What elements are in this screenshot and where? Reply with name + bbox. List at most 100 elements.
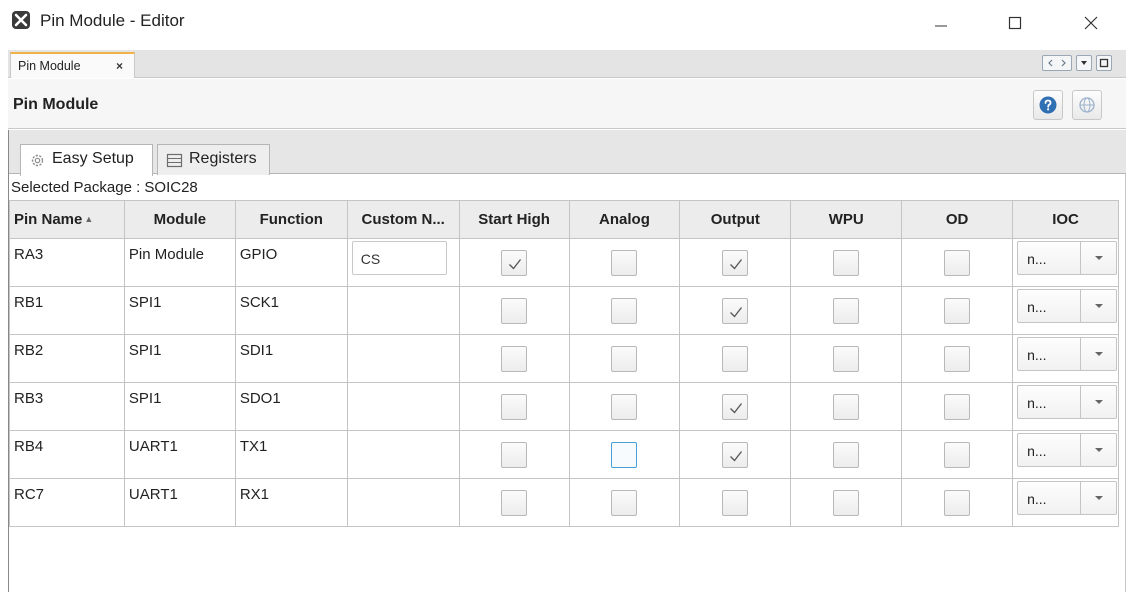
cell-analog — [568, 334, 681, 383]
checkmark-icon — [509, 258, 522, 269]
output-checkbox[interactable] — [722, 249, 749, 276]
ioc-value: n... — [1027, 347, 1047, 363]
start-high-checkbox[interactable] — [501, 297, 528, 324]
wpu-checkbox[interactable] — [833, 393, 860, 420]
col-header-pin-name[interactable]: Pin Name ▲ — [9, 200, 125, 239]
od-checkbox[interactable] — [944, 297, 971, 324]
cell-custom-name[interactable]: CS — [346, 238, 460, 287]
minimize-button[interactable] — [918, 6, 964, 40]
start-high-checkbox[interactable] — [501, 249, 528, 276]
tab-close-icon[interactable]: × — [116, 59, 123, 73]
output-checkbox[interactable] — [722, 393, 749, 420]
cell-function: SDI1 — [234, 334, 348, 383]
editor-content: Easy Setup Registers Selected Package : … — [8, 130, 1126, 592]
ioc-dropdown[interactable]: n... — [1017, 481, 1118, 515]
output-checkbox[interactable] — [722, 441, 749, 468]
help-button[interactable] — [1033, 90, 1063, 120]
ioc-value: n... — [1027, 251, 1047, 267]
od-checkbox[interactable] — [944, 345, 971, 372]
view-tabs: Easy Setup Registers — [9, 130, 1126, 176]
ioc-dropdown-button[interactable] — [1080, 290, 1116, 322]
start-high-checkbox[interactable] — [501, 393, 528, 420]
ioc-dropdown-button[interactable] — [1080, 338, 1116, 370]
tab-list-button[interactable] — [1076, 55, 1092, 71]
wpu-checkbox[interactable] — [833, 441, 860, 468]
cell-custom-name[interactable] — [346, 430, 460, 479]
col-header-function[interactable]: Function — [234, 200, 348, 239]
maximize-panel-button[interactable] — [1096, 55, 1112, 71]
table-row[interactable]: RB4 UART1 TX1 n... — [9, 430, 1119, 479]
cell-output — [679, 238, 792, 287]
cell-ioc: n... — [1012, 286, 1119, 335]
wpu-checkbox[interactable] — [833, 345, 860, 372]
analog-checkbox[interactable] — [611, 441, 638, 468]
analog-checkbox[interactable] — [611, 345, 638, 372]
tab-registers-label: Registers — [189, 150, 257, 167]
start-high-checkbox[interactable] — [501, 489, 528, 516]
cell-analog — [568, 286, 681, 335]
wpu-checkbox[interactable] — [833, 249, 860, 276]
ioc-dropdown[interactable]: n... — [1017, 289, 1118, 323]
col-header-output[interactable]: Output — [679, 200, 792, 239]
cell-pin-name: RA3 — [9, 238, 125, 287]
ioc-dropdown[interactable]: n... — [1017, 385, 1118, 419]
col-header-module[interactable]: Module — [123, 200, 236, 239]
ioc-dropdown[interactable]: n... — [1017, 337, 1118, 371]
analog-checkbox[interactable] — [611, 297, 638, 324]
col-header-wpu[interactable]: WPU — [790, 200, 903, 239]
start-high-checkbox[interactable] — [501, 345, 528, 372]
wpu-checkbox[interactable] — [833, 489, 860, 516]
cell-od — [901, 238, 1014, 287]
tab-registers[interactable]: Registers — [157, 144, 270, 175]
chevron-down-icon — [1094, 448, 1103, 452]
start-high-checkbox[interactable] — [501, 441, 528, 468]
checkmark-icon — [730, 306, 743, 317]
col-header-ioc[interactable]: IOC — [1012, 200, 1119, 239]
globe-icon — [1079, 97, 1095, 113]
table-row[interactable]: RB3 SPI1 SDO1 n... — [9, 382, 1119, 431]
analog-checkbox[interactable] — [611, 489, 638, 516]
cell-pin-name: RB1 — [9, 286, 125, 335]
ioc-dropdown-button[interactable] — [1080, 242, 1116, 274]
cell-custom-name[interactable] — [346, 382, 460, 431]
cell-wpu — [790, 382, 903, 431]
ioc-dropdown[interactable]: n... — [1017, 433, 1118, 467]
table-row[interactable]: RB2 SPI1 SDI1 n... — [9, 334, 1119, 383]
wpu-checkbox[interactable] — [833, 297, 860, 324]
web-button[interactable] — [1072, 90, 1102, 120]
table-header-row: Pin Name ▲ Module Function Custom N... St… — [9, 200, 1119, 239]
custom-name-input[interactable]: CS — [351, 241, 447, 275]
analog-checkbox[interactable] — [611, 393, 638, 420]
ioc-dropdown[interactable]: n... — [1017, 241, 1118, 275]
ioc-dropdown-button[interactable] — [1080, 482, 1116, 514]
od-checkbox[interactable] — [944, 249, 971, 276]
output-checkbox[interactable] — [722, 489, 749, 516]
col-header-custom-name[interactable]: Custom N... — [346, 200, 460, 239]
table-row[interactable]: RA3 Pin Module GPIO CS n... — [9, 238, 1119, 287]
ioc-dropdown-button[interactable] — [1080, 386, 1116, 418]
maximize-button[interactable] — [992, 6, 1038, 40]
cell-analog — [568, 238, 681, 287]
od-checkbox[interactable] — [944, 393, 971, 420]
analog-checkbox[interactable] — [611, 249, 638, 276]
cell-custom-name[interactable] — [346, 478, 460, 527]
tab-scroll-buttons[interactable] — [1042, 55, 1072, 71]
cell-custom-name[interactable] — [346, 286, 460, 335]
tab-easy-setup[interactable]: Easy Setup — [20, 144, 153, 176]
od-checkbox[interactable] — [944, 489, 971, 516]
cell-custom-name[interactable] — [346, 334, 460, 383]
table-row[interactable]: RC7 UART1 RX1 n... — [9, 478, 1119, 527]
ioc-dropdown-button[interactable] — [1080, 434, 1116, 466]
col-header-start-high[interactable]: Start High — [458, 200, 570, 239]
gear-icon — [31, 154, 44, 167]
output-checkbox[interactable] — [722, 345, 749, 372]
ioc-value: n... — [1027, 491, 1047, 507]
cell-analog — [568, 478, 681, 527]
od-checkbox[interactable] — [944, 441, 971, 468]
col-header-od[interactable]: OD — [901, 200, 1014, 239]
col-header-analog[interactable]: Analog — [568, 200, 681, 239]
tab-pin-module[interactable]: Pin Module × — [10, 52, 135, 78]
output-checkbox[interactable] — [722, 297, 749, 324]
close-button[interactable] — [1068, 6, 1114, 40]
table-row[interactable]: RB1 SPI1 SCK1 n... — [9, 286, 1119, 335]
